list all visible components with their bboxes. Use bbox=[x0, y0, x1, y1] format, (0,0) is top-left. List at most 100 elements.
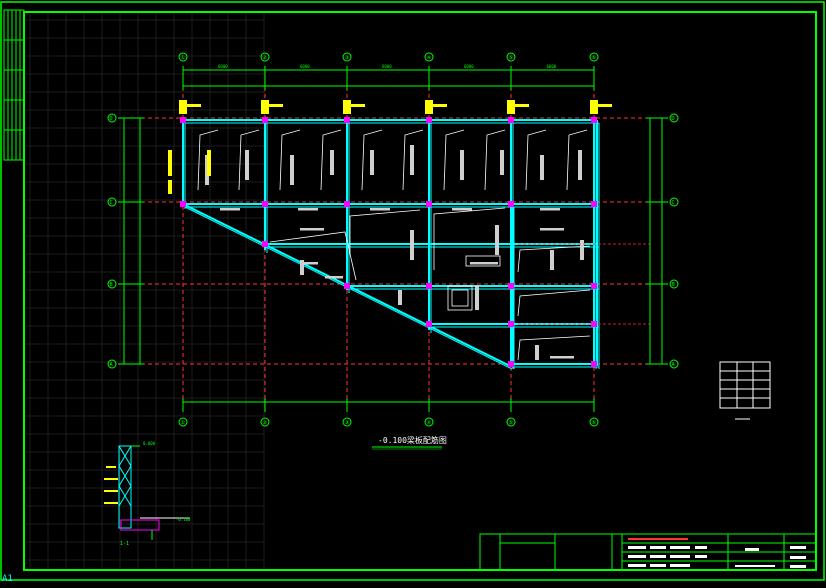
axis-bubble: ① bbox=[178, 52, 188, 62]
slab-rebar-mid bbox=[433, 207, 506, 270]
beam-tag-text bbox=[351, 104, 365, 107]
column bbox=[344, 201, 350, 207]
axis-bubble-label: ② bbox=[262, 54, 267, 61]
column bbox=[262, 241, 268, 247]
rebar-label-mark bbox=[220, 208, 240, 211]
axis-bubble-label: ⑤ bbox=[508, 419, 513, 426]
column bbox=[426, 117, 432, 123]
drawing-title: -0.100梁板配筋图 bbox=[378, 435, 447, 445]
axis-bubble-label: ④ bbox=[426, 419, 431, 426]
rebar-label-mark bbox=[298, 208, 318, 211]
axis-bubble-label: ① bbox=[180, 54, 185, 61]
column bbox=[344, 117, 350, 123]
section-rebar-marks bbox=[104, 466, 118, 504]
dim-label: 6000 bbox=[300, 64, 310, 69]
dim-label: 6000 bbox=[218, 64, 228, 69]
section-detail: 0.000 -0.100 1-1 bbox=[118, 441, 191, 547]
rebar-label-mark bbox=[470, 262, 498, 265]
column bbox=[180, 117, 186, 123]
axis-bubble-label: D bbox=[109, 116, 112, 122]
rebar-label-mark bbox=[475, 285, 479, 310]
axis-bubble-label: B bbox=[671, 282, 675, 288]
legend-table bbox=[719, 361, 771, 420]
section-label: 1-1 bbox=[120, 541, 129, 547]
drawing-title-block: -0.100梁板配筋图 bbox=[372, 435, 447, 450]
column bbox=[591, 117, 597, 123]
column bbox=[262, 117, 268, 123]
axis-bubble-label: ① bbox=[180, 419, 185, 426]
rebar-label-mark bbox=[325, 276, 343, 279]
rebar-label-mark bbox=[495, 225, 499, 255]
axis-bubble: ③ bbox=[342, 52, 352, 62]
rebar-label-mark bbox=[370, 150, 374, 175]
axis-bubble-label: ③ bbox=[344, 419, 349, 426]
columns bbox=[180, 117, 597, 367]
axis-bubble: ④ bbox=[424, 417, 434, 427]
axis-bubble-label: ④ bbox=[426, 54, 431, 61]
column bbox=[508, 117, 514, 123]
axis-bubble-label: B bbox=[109, 282, 113, 288]
dim-label: 6000 bbox=[464, 64, 474, 69]
dimension-lines: 6000 6000 6000 6000 6000 bbox=[118, 64, 668, 412]
background-grid bbox=[26, 14, 265, 568]
column bbox=[508, 321, 514, 327]
rebar-label-mark bbox=[550, 356, 574, 359]
axis-bubble: C bbox=[107, 197, 117, 207]
axis-bubble-label: ⑥ bbox=[591, 54, 596, 61]
axis-grid-lines bbox=[120, 66, 668, 412]
section-elev-bottom: -0.100 bbox=[176, 517, 191, 522]
axis-bubble: C bbox=[669, 197, 679, 207]
slab-rebar-top bbox=[566, 129, 588, 191]
axis-bubble: A bbox=[669, 359, 679, 369]
column bbox=[508, 283, 514, 289]
column bbox=[591, 361, 597, 367]
axis-bubble: ⑤ bbox=[506, 417, 516, 427]
rebar-label-mark bbox=[460, 150, 464, 180]
column bbox=[262, 201, 268, 207]
drawing-frame bbox=[23, 11, 817, 571]
rebar-label-mark bbox=[300, 262, 318, 265]
binding-strip bbox=[3, 9, 25, 161]
opening-inner bbox=[451, 289, 469, 307]
axis-bubble: D bbox=[669, 113, 679, 123]
rebar-label-mark bbox=[578, 150, 582, 180]
rebar-label-mark bbox=[540, 155, 544, 180]
axis-bubble-label: ⑥ bbox=[591, 419, 596, 426]
cad-drawing-viewport[interactable]: A1 6000 6000 6000 6000 6000 ① ① ② ② ③ ③ ④ ④ ⑤ ⑤ ⑥ ⑥ D D C C… bbox=[0, 0, 826, 584]
axis-bubble: ② bbox=[260, 417, 270, 427]
rebar-label-mark bbox=[370, 208, 390, 211]
axis-bubble-label: C bbox=[671, 200, 674, 206]
column bbox=[591, 283, 597, 289]
beam-tag-text bbox=[187, 104, 201, 107]
axis-bubble: ④ bbox=[424, 52, 434, 62]
section-elev-top: 0.000 bbox=[143, 441, 156, 446]
beam-tag-text bbox=[515, 104, 529, 107]
rebar-label-mark bbox=[550, 250, 554, 270]
column bbox=[180, 201, 186, 207]
column bbox=[591, 201, 597, 207]
axis-bubble: ⑤ bbox=[506, 52, 516, 62]
dim-label: 6000 bbox=[382, 64, 392, 69]
rebar-label-mark bbox=[580, 240, 584, 260]
axis-bubble-label: A bbox=[671, 362, 675, 368]
axis-bubble-label: D bbox=[671, 116, 674, 122]
rebar-label-mark bbox=[290, 155, 294, 185]
beam-tag bbox=[261, 100, 269, 114]
axis-bubble: ⑥ bbox=[589, 417, 599, 427]
rebar-label-mark bbox=[540, 208, 560, 211]
drawing-canvas: A1 6000 6000 6000 6000 6000 ① ① ② ② ③ ③ ④ ④ ⑤ ⑤ ⑥ ⑥ D D C C… bbox=[0, 1, 825, 584]
axis-bubble: ⑥ bbox=[589, 52, 599, 62]
column bbox=[508, 361, 514, 367]
axis-bubble-label: A bbox=[109, 362, 113, 368]
beam-tag bbox=[507, 100, 515, 114]
beam-tags bbox=[168, 100, 612, 194]
axis-bubble-label: C bbox=[109, 200, 112, 206]
column bbox=[426, 201, 432, 207]
rebar-label-mark bbox=[330, 150, 334, 175]
rebar-label-mark bbox=[410, 230, 414, 260]
rebar-label-mark bbox=[452, 208, 472, 211]
title-block-text-marks bbox=[628, 546, 806, 568]
beam-tag bbox=[168, 180, 172, 194]
rebar-label-mark bbox=[540, 228, 564, 231]
slab-rebar-mid bbox=[517, 289, 591, 317]
